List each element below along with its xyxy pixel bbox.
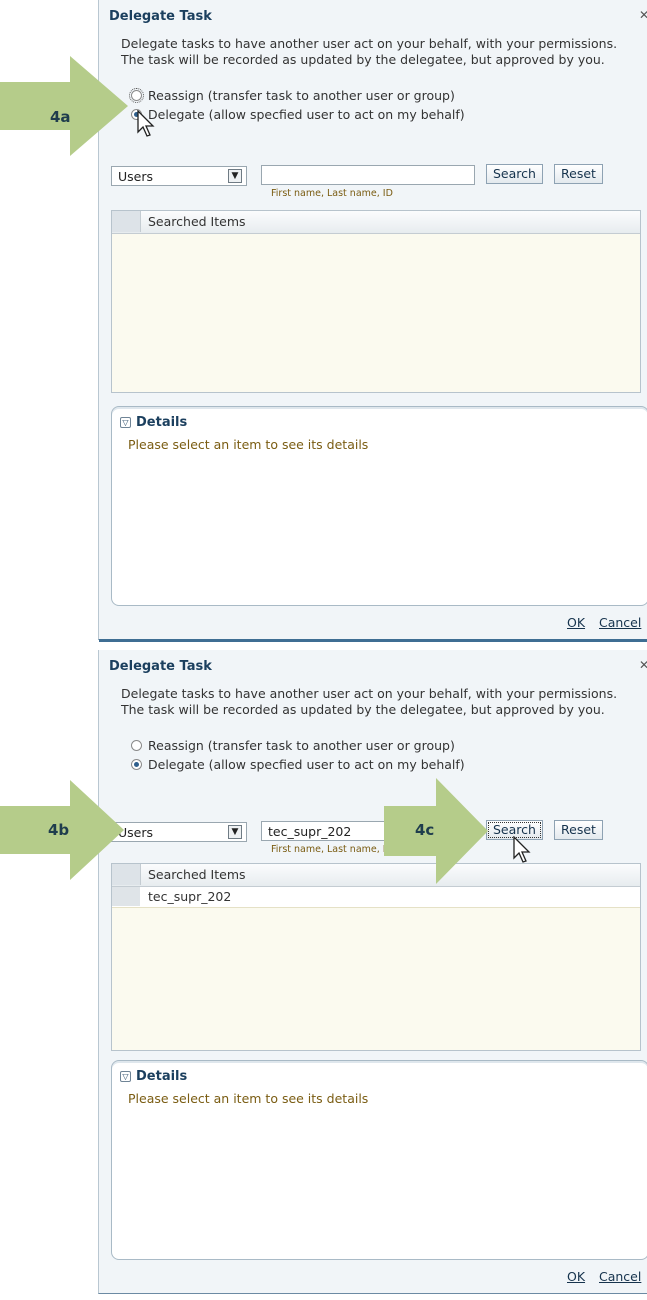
close-icon[interactable]: ✕ bbox=[639, 658, 647, 672]
delegate-label: Delegate (allow specfied user to act on … bbox=[148, 107, 465, 122]
delegate-radio[interactable] bbox=[131, 759, 142, 770]
reassign-option[interactable]: Reassign (transfer task to another user … bbox=[131, 738, 455, 753]
delegate-label: Delegate (allow specfied user to act on … bbox=[148, 757, 465, 772]
reassign-option[interactable]: Reassign (transfer task to another user … bbox=[129, 88, 455, 103]
row-header[interactable] bbox=[112, 887, 140, 906]
search-hint: First name, Last name, ID bbox=[271, 188, 393, 199]
table-header-label: Searched Items bbox=[148, 214, 246, 229]
dialog-title: Delegate Task bbox=[109, 9, 212, 24]
searched-items-table: Searched Items tec_supr_202 bbox=[111, 863, 641, 1051]
delegate-task-dialog: Delegate Task ✕ Delegate tasks to have a… bbox=[98, 650, 647, 1294]
delegate-option[interactable]: Delegate (allow specfied user to act on … bbox=[131, 757, 465, 772]
callout-arrow-4a bbox=[0, 56, 128, 156]
close-icon[interactable]: ✕ bbox=[639, 8, 647, 22]
dialog-title: Delegate Task bbox=[109, 659, 212, 674]
callout-label-4b: 4b bbox=[48, 821, 70, 839]
reassign-label: Reassign (transfer task to another user … bbox=[148, 88, 455, 103]
callout-label-4c: 4c bbox=[415, 821, 435, 839]
description-line-1: Delegate tasks to have another user act … bbox=[121, 36, 618, 51]
table-header-corner bbox=[112, 211, 141, 232]
details-message: Please select an item to see its details bbox=[128, 437, 369, 452]
callout-arrow-4c bbox=[384, 778, 488, 884]
chevron-down-icon[interactable]: ▼ bbox=[228, 169, 242, 183]
mouse-pointer-icon bbox=[513, 836, 531, 863]
screenshot-step-4b-4c: Delegate Task ✕ Delegate tasks to have a… bbox=[0, 650, 647, 1300]
collapse-chevron-icon[interactable]: ▽ bbox=[120, 417, 131, 428]
callout-label-4a: 4a bbox=[50, 108, 71, 126]
table-header: Searched Items bbox=[112, 864, 640, 887]
details-title: Details bbox=[136, 415, 188, 430]
chevron-down-icon[interactable]: ▼ bbox=[228, 825, 242, 839]
ok-button[interactable]: OK bbox=[567, 1269, 585, 1284]
identity-type-value: Users bbox=[118, 169, 154, 184]
details-message: Please select an item to see its details bbox=[128, 1091, 369, 1106]
details-panel: ▽ Details Please select an item to see i… bbox=[111, 1060, 647, 1260]
identity-type-select[interactable]: Users ▼ bbox=[111, 166, 247, 186]
description-line-2: The task will be recorded as updated by … bbox=[121, 52, 605, 67]
description-line-1: Delegate tasks to have another user act … bbox=[121, 686, 618, 701]
details-title: Details bbox=[136, 1069, 188, 1084]
dialog-description: Delegate tasks to have another user act … bbox=[121, 36, 647, 68]
mouse-pointer-icon bbox=[137, 110, 155, 137]
cancel-button[interactable]: Cancel bbox=[599, 1269, 641, 1284]
details-header[interactable]: ▽ Details bbox=[120, 415, 187, 430]
reset-button[interactable]: Reset bbox=[554, 164, 603, 184]
search-button[interactable]: Search bbox=[486, 164, 543, 184]
reassign-label: Reassign (transfer task to another user … bbox=[148, 738, 455, 753]
reset-button[interactable]: Reset bbox=[554, 820, 603, 840]
search-hint: First name, Last name, ID bbox=[271, 844, 393, 855]
result-name: tec_supr_202 bbox=[148, 889, 232, 904]
collapse-chevron-icon[interactable]: ▽ bbox=[120, 1071, 131, 1082]
table-header: Searched Items bbox=[112, 211, 640, 234]
description-line-2: The task will be recorded as updated by … bbox=[121, 702, 605, 717]
delegate-option[interactable]: Delegate (allow specfied user to act on … bbox=[131, 107, 465, 122]
table-row[interactable]: tec_supr_202 bbox=[112, 887, 640, 908]
screenshot-step-4a: Delegate Task ✕ Delegate tasks to have a… bbox=[0, 0, 647, 642]
details-header[interactable]: ▽ Details bbox=[120, 1069, 187, 1084]
table-header-label: Searched Items bbox=[148, 867, 246, 882]
dialog-description: Delegate tasks to have another user act … bbox=[121, 686, 647, 718]
callout-arrow-4b bbox=[0, 780, 124, 880]
searched-items-table: Searched Items bbox=[111, 210, 641, 393]
cancel-button[interactable]: Cancel bbox=[599, 615, 641, 630]
delegate-task-dialog: Delegate Task ✕ Delegate tasks to have a… bbox=[98, 0, 647, 642]
details-panel: ▽ Details Please select an item to see i… bbox=[111, 406, 647, 606]
search-input[interactable] bbox=[261, 165, 475, 185]
ok-button[interactable]: OK bbox=[567, 615, 585, 630]
reassign-radio[interactable] bbox=[131, 740, 142, 751]
